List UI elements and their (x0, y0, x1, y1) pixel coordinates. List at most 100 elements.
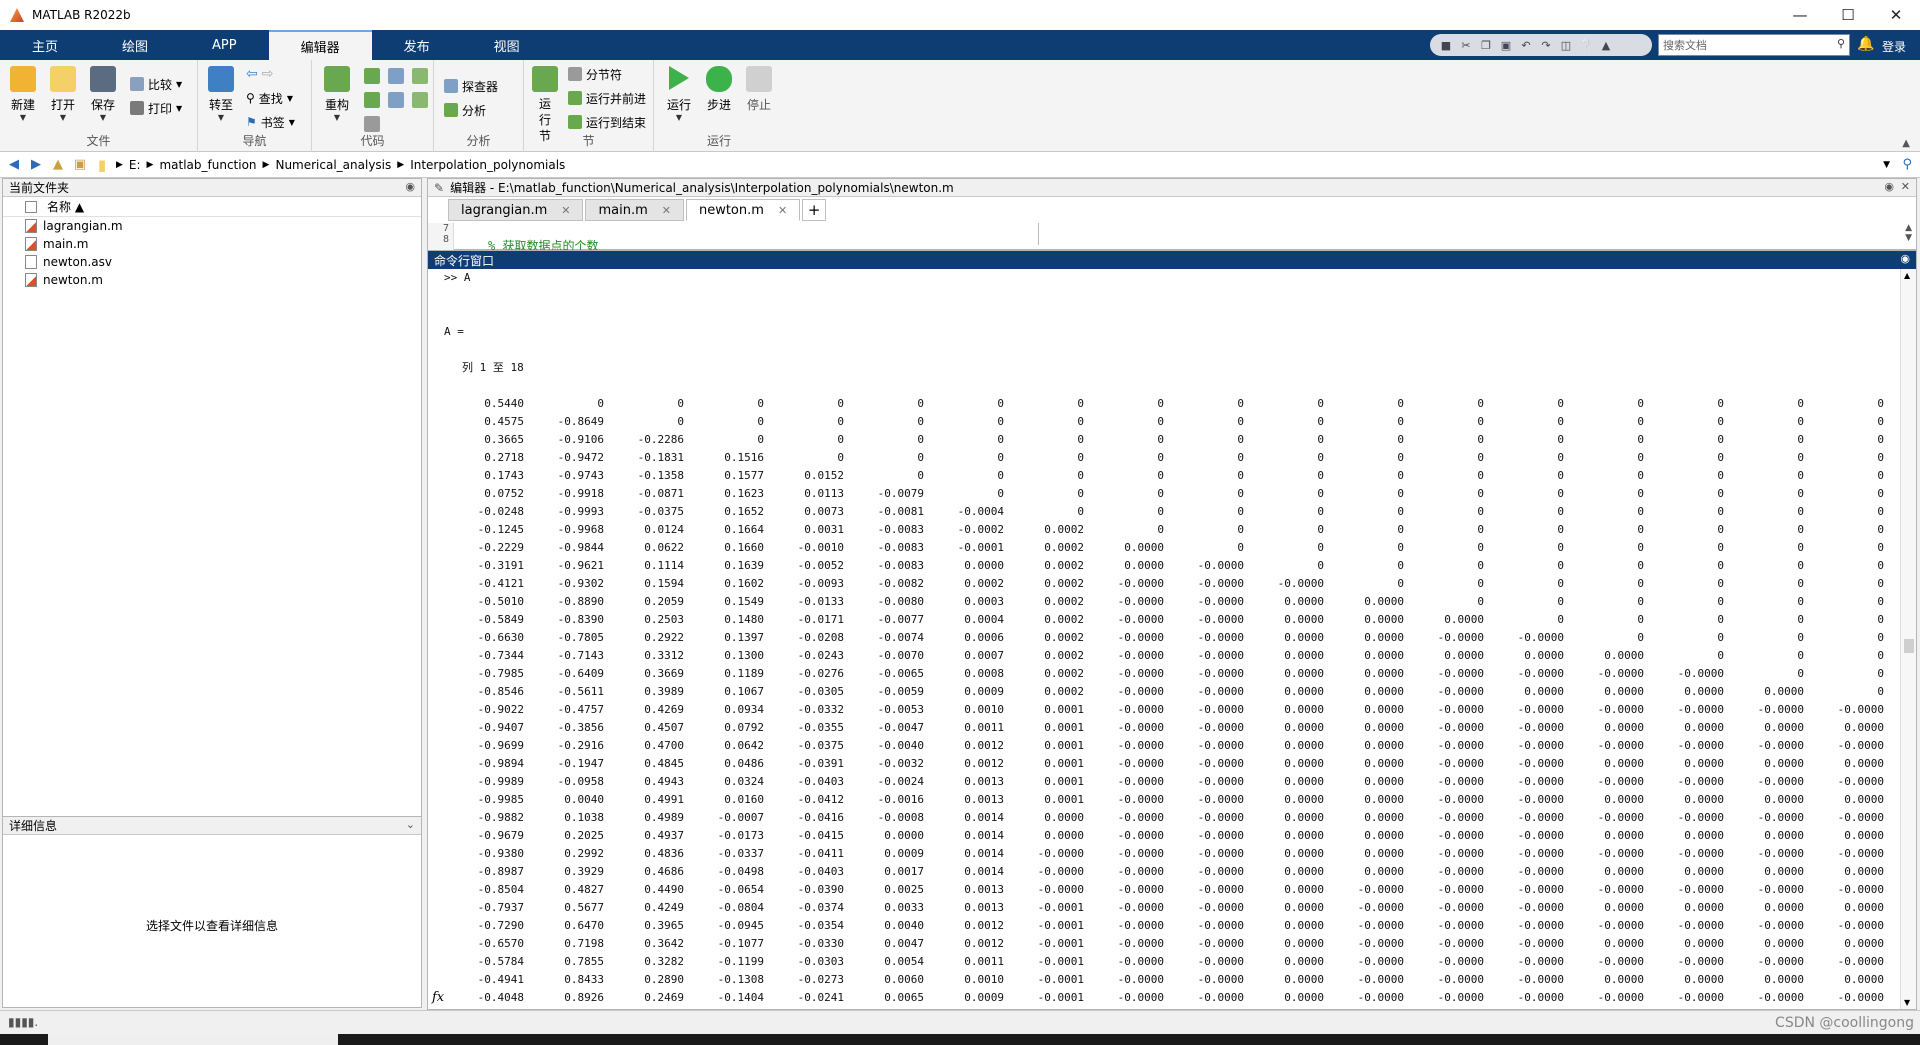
expand-icon[interactable]: ▲ (1598, 38, 1614, 52)
breadcrumb-numerical-analysis[interactable]: Numerical_analysis (275, 158, 391, 172)
run-and-advance-button[interactable]: 运行并前进 (568, 88, 646, 108)
maximize-button[interactable]: ☐ (1824, 0, 1872, 30)
matrix-cell: 0.0000 (1844, 793, 1884, 806)
tab-plots[interactable]: 绘图 (90, 30, 180, 60)
analyze-button[interactable]: 分析 (444, 100, 486, 120)
goto-button[interactable]: 转至 ▼ (202, 66, 240, 122)
file-item[interactable]: newton.asv (3, 253, 421, 271)
decrease-indent-icon[interactable] (388, 92, 404, 108)
matrix-cell: 0 (1077, 415, 1084, 428)
minimize-button[interactable]: — (1776, 0, 1824, 30)
section-break-button[interactable]: 分节符 (568, 64, 622, 84)
tab-publish[interactable]: 发布 (372, 30, 462, 60)
stop-button[interactable]: 停止 (740, 66, 778, 113)
panel-menu-icon[interactable]: ◉ (405, 180, 415, 193)
scroll-down-icon[interactable]: ▼ (1904, 998, 1910, 1007)
back-icon[interactable]: ◀ (6, 157, 22, 173)
matrix-cell: 0.3312 (644, 649, 684, 662)
address-dropdown-icon[interactable]: ▼ (1883, 160, 1890, 170)
scroll-up-icon[interactable]: ▲ (1904, 271, 1910, 280)
tab-home[interactable]: 主页 (0, 30, 90, 60)
undo-icon[interactable]: ↶ (1518, 38, 1534, 52)
panel-menu-icon[interactable]: ◉ (1900, 252, 1910, 265)
save-button[interactable]: 保存 ▼ (84, 66, 122, 122)
editor-tab[interactable]: main.m ✕ (585, 199, 684, 221)
explorer-button[interactable]: 探查器 (444, 76, 498, 96)
back-forward-buttons[interactable]: ⇦ ⇨ (246, 64, 273, 84)
scrollbar-thumb[interactable] (1904, 639, 1914, 653)
file-item[interactable]: lagrangian.m (3, 217, 421, 235)
wrap-comments-icon[interactable] (412, 68, 428, 84)
compare-button[interactable]: 比较 ▼ (130, 74, 182, 94)
details-title-bar[interactable]: 详细信息 ⌄ (3, 817, 421, 835)
forward-icon[interactable]: ▶ (28, 157, 44, 173)
name-column-header[interactable]: 名称 ▲ (3, 197, 421, 217)
command-window-scrollbar[interactable]: ▲ ▼ (1900, 269, 1916, 1009)
close-tab-icon[interactable]: ✕ (662, 204, 671, 217)
editor-scroll-arrows-icon[interactable]: ▲ ▼ (1905, 223, 1912, 243)
chevron-down-icon[interactable]: ⌄ (406, 818, 415, 831)
cut-icon[interactable]: ✂ (1458, 38, 1474, 52)
matrix-cell: 0.0000 (1364, 793, 1404, 806)
run-button[interactable]: 运行 ▼ (660, 66, 698, 122)
copy-icon[interactable]: ❐ (1478, 38, 1494, 52)
matrix-cell: -0.0008 (877, 811, 924, 824)
search-icon[interactable]: ⚲ (1902, 157, 1912, 172)
close-tab-icon[interactable]: ✕ (561, 204, 570, 217)
print-button[interactable]: 打印 ▼ (130, 98, 182, 118)
step-button[interactable]: 步进 (700, 66, 738, 113)
insert-icon[interactable] (364, 116, 380, 132)
find-button[interactable]: ⚲ 查找 ▼ (246, 88, 293, 108)
matrix-cell: -0.0000 (1517, 667, 1564, 680)
browse-folder-icon[interactable]: ▣ (72, 157, 88, 173)
help-icon[interactable]: ❔ (1578, 38, 1594, 52)
select-all-checkbox[interactable] (25, 200, 37, 213)
matrix-cell: 0 (1477, 487, 1484, 500)
matrix-cell: 0 (1877, 577, 1884, 590)
tab-editor[interactable]: 编辑器 (268, 30, 372, 60)
fx-icon[interactable]: fx (432, 990, 444, 1005)
close-tab-icon[interactable]: ✕ (778, 204, 787, 217)
editor-tab[interactable]: lagrangian.m ✕ (448, 199, 584, 221)
forward-arrow-icon[interactable]: ⇨ (262, 66, 274, 82)
command-output[interactable]: >> A A = 列 1 至 18 0.5440 0 0 0 0 0 0 0 0 0 0 0 0 0 0 0 0… (444, 269, 1896, 1009)
matrix-cell: -0.8649 (557, 415, 604, 428)
editor-tab-active[interactable]: newton.m ✕ (685, 199, 801, 221)
bookmark-button[interactable]: ⚑ 书签 ▼ (246, 112, 295, 132)
new-button[interactable]: 新建 ▼ (4, 66, 42, 122)
column-range-header: 列 1 至 18 (462, 361, 524, 374)
matrix-cell: 0.0033 (884, 901, 924, 914)
run-to-end-button[interactable]: 运行到结束 (568, 112, 646, 132)
search-docs-input[interactable]: 搜索文档 ⚲ (1658, 34, 1850, 56)
dropdown-arrow-icon: ▼ (176, 103, 183, 113)
comment-icon[interactable] (364, 68, 380, 84)
uncomment-icon[interactable] (388, 68, 404, 84)
refactor-button[interactable]: 重构 ▼ (318, 66, 356, 122)
panel-menu-icon[interactable]: ◉ (1884, 180, 1894, 193)
tab-apps[interactable]: APP (180, 30, 269, 60)
close-button[interactable]: ✕ (1872, 0, 1920, 30)
redo-icon[interactable]: ↷ (1538, 38, 1554, 52)
breadcrumb-matlab-function[interactable]: matlab_function (159, 158, 256, 172)
open-button[interactable]: 打开 ▼ (44, 66, 82, 122)
back-arrow-icon[interactable]: ⇦ (246, 66, 258, 82)
switch-window-icon[interactable]: ◫ (1558, 38, 1574, 52)
collapse-ribbon-icon[interactable]: ▲ (1902, 138, 1910, 149)
matrix-cell: 0 (1717, 595, 1724, 608)
login-link[interactable]: 登录 (1882, 38, 1906, 55)
up-folder-icon[interactable]: ▲ (50, 157, 66, 173)
search-icon[interactable]: ⚲ (1837, 37, 1845, 50)
smart-indent-icon[interactable] (364, 92, 380, 108)
new-tab-button[interactable]: + (802, 199, 827, 221)
file-item[interactable]: main.m (3, 235, 421, 253)
notification-bell-icon[interactable]: 🔔 (1857, 36, 1874, 52)
breadcrumb-drive[interactable]: E: (129, 158, 141, 172)
file-item[interactable]: newton.m (3, 271, 421, 289)
matrix-cell: -0.0083 (877, 541, 924, 554)
tab-view[interactable]: 视图 (462, 30, 552, 60)
breadcrumb-interpolation-polynomials[interactable]: Interpolation_polynomials (410, 158, 565, 172)
paste-icon[interactable]: ▣ (1498, 38, 1514, 52)
close-editor-icon[interactable]: ✕ (1901, 180, 1910, 193)
increase-indent-icon[interactable] (412, 92, 428, 108)
save-icon[interactable]: ■ (1438, 38, 1454, 52)
